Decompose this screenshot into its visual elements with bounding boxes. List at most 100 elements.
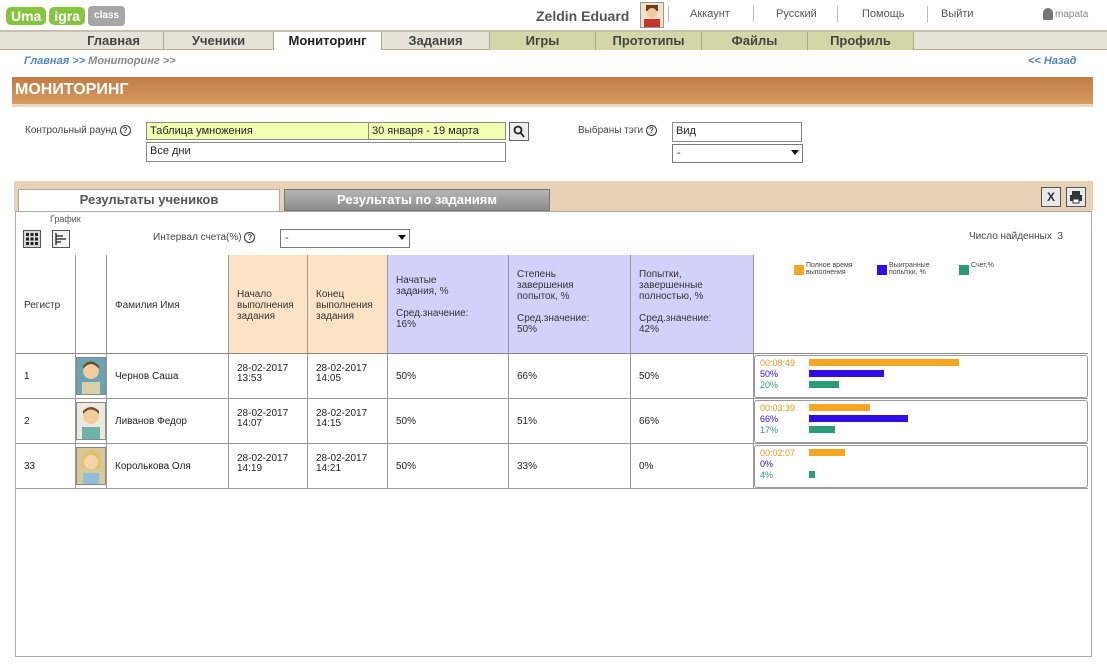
- nav-item-home[interactable]: Главная: [64, 32, 164, 50]
- score-bar: [809, 381, 839, 388]
- interval-label-text: Интервал счета(%): [153, 232, 242, 243]
- header-started-line: Начатые: [396, 275, 437, 286]
- cell-started: 50%: [388, 399, 509, 443]
- found-label-text: Число найденных: [969, 231, 1052, 242]
- logout-link[interactable]: Выйти: [941, 8, 974, 20]
- header-completion-line: попыток, %: [517, 291, 570, 302]
- cell-completion: 33%: [509, 444, 631, 488]
- user-avatar[interactable]: [640, 2, 664, 28]
- round-field[interactable]: Таблица умножения: [146, 122, 369, 140]
- top-link-separator: [837, 6, 838, 22]
- header-end[interactable]: Конец выполнения задания: [308, 255, 388, 354]
- nav-item-monitoring[interactable]: Мониторинг: [274, 32, 382, 50]
- nav-item-profile[interactable]: Профиль: [808, 32, 914, 50]
- cell-avatar: [76, 444, 107, 488]
- header-register-label: Регистр: [24, 300, 61, 311]
- header-completion-line: завершения: [517, 280, 574, 291]
- logo-part-uma: Uma: [6, 7, 47, 25]
- back-link[interactable]: << Назад: [1028, 55, 1077, 67]
- tab-task-results[interactable]: Результаты по заданиям: [284, 189, 550, 211]
- legend-score-swatch: [959, 265, 969, 275]
- round-label-text: Контрольный раунд: [25, 125, 117, 136]
- header-start-line: задания: [237, 311, 276, 322]
- tab-student-results[interactable]: Результаты учеников: [18, 189, 280, 211]
- user-name[interactable]: Zeldin Eduard: [536, 8, 629, 24]
- header-started[interactable]: Начатые задания, % Сред.значение: 16%: [388, 255, 509, 354]
- grid-view-button[interactable]: [23, 230, 41, 248]
- student-avatar[interactable]: [76, 357, 106, 395]
- header-end-line: Конец: [316, 289, 345, 300]
- top-link-separator: [668, 6, 669, 22]
- logo-part-igra: igra: [49, 7, 86, 25]
- app-logo[interactable]: Uma igra class: [6, 6, 128, 26]
- end-time: 14:05: [316, 373, 342, 384]
- title-divider: [12, 104, 1093, 107]
- header-started-line: задания, %: [396, 286, 449, 297]
- main-nav: Главная Ученики Мониторинг Задания Игры …: [0, 30, 1107, 50]
- completion-value: 33%: [517, 461, 538, 472]
- help-link[interactable]: Помощь: [862, 8, 905, 20]
- time-bar: [809, 404, 870, 411]
- student-avatar-icon: [77, 448, 105, 484]
- nav-item-tasks[interactable]: Задания: [382, 32, 490, 50]
- start-time: 14:07: [237, 418, 263, 429]
- header-attempts-line: Сред.значение:: [639, 313, 712, 324]
- header-register[interactable]: Регистр: [16, 255, 76, 354]
- student-avatar-icon: [77, 358, 105, 394]
- header-attempts-line: полностью, %: [639, 291, 704, 302]
- time-label: 00:02:07: [760, 448, 796, 458]
- tags-label: Выбраны тэги ?: [578, 125, 657, 136]
- nav-item-students[interactable]: Ученики: [164, 32, 274, 50]
- start-time: 14:19: [237, 463, 263, 474]
- brand-text: mapata: [1055, 8, 1089, 20]
- cell-avatar: [76, 399, 107, 443]
- table-row[interactable]: 2 Ливанов Федор 28-02-2017 14:07 28-02-20…: [16, 399, 1088, 444]
- chart-view-button[interactable]: [52, 230, 70, 248]
- cell-register: 33: [16, 444, 76, 488]
- days-field[interactable]: Все дни: [146, 142, 506, 162]
- tags-label-text: Выбраны тэги: [578, 125, 644, 136]
- nav-item-prototypes[interactable]: Прототипы: [596, 32, 702, 50]
- student-name[interactable]: Королькова Оля: [115, 461, 191, 472]
- header-start[interactable]: Начало выполнения задания: [229, 255, 308, 354]
- help-icon[interactable]: ?: [244, 232, 256, 243]
- brand-logo[interactable]: mapata: [1043, 8, 1088, 20]
- cell-completion: 66%: [509, 354, 631, 398]
- tags-select-value: -: [677, 147, 681, 159]
- language-link[interactable]: Русский: [776, 8, 817, 20]
- legend-won-label: Выигранные попытки, %: [889, 262, 930, 276]
- print-button[interactable]: [1066, 187, 1086, 207]
- student-avatar[interactable]: [76, 402, 106, 440]
- register-value: 33: [24, 461, 36, 472]
- search-button[interactable]: [509, 122, 529, 141]
- student-name[interactable]: Ливанов Федор: [115, 416, 187, 427]
- header-completion[interactable]: Степень завершения попыток, % Сред.значе…: [509, 255, 631, 354]
- account-link[interactable]: Аккаунт: [690, 8, 730, 20]
- header-end-line: задания: [316, 311, 355, 322]
- table-row[interactable]: 33 Королькова Оля 28-02-2017 14:19 28-02-…: [16, 444, 1088, 489]
- tags-field[interactable]: Вид: [672, 122, 802, 142]
- help-icon[interactable]: ?: [119, 125, 131, 136]
- nav-item-games[interactable]: Игры: [490, 32, 596, 50]
- found-count: 3: [1057, 231, 1063, 242]
- table-row[interactable]: 1 Чернов Саша 28-02-2017 13:53 28-02-2017…: [16, 354, 1088, 399]
- help-icon[interactable]: ?: [645, 125, 657, 136]
- score-label: 20%: [760, 380, 779, 390]
- bar-chart-icon: [55, 233, 66, 245]
- cell-completion: 51%: [509, 399, 631, 443]
- header-attempts[interactable]: Попытки, завершенные полностью, % Сред.з…: [631, 255, 754, 354]
- tags-select[interactable]: -: [672, 144, 803, 163]
- chevron-down-icon: [398, 235, 406, 240]
- student-name[interactable]: Чернов Саша: [115, 371, 178, 382]
- breadcrumb-home[interactable]: Главная >>: [24, 55, 85, 67]
- won-bar: [809, 370, 884, 377]
- interval-select[interactable]: -: [280, 229, 410, 248]
- date-range-field[interactable]: 30 января - 19 марта: [368, 122, 506, 140]
- register-value: 1: [24, 371, 30, 382]
- excel-export-button[interactable]: X: [1041, 187, 1061, 207]
- round-label: Контрольный раунд ?: [25, 125, 131, 136]
- student-avatar[interactable]: [76, 447, 106, 485]
- header-name[interactable]: Фамилия Имя: [107, 255, 229, 354]
- grid-view-icon: [26, 233, 38, 245]
- nav-item-files[interactable]: Файлы: [702, 32, 808, 50]
